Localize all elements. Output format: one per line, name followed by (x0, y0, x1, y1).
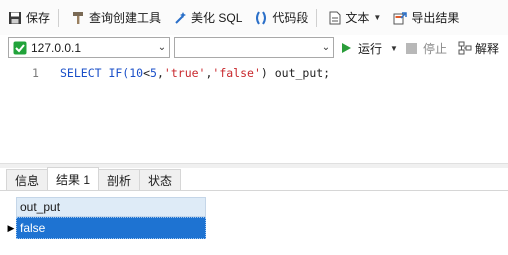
play-icon (340, 42, 352, 54)
stop-icon (406, 42, 417, 54)
table-row[interactable]: ▶ false (6, 217, 206, 239)
hammer-icon (71, 11, 85, 25)
toolbar-divider (316, 8, 318, 27)
query-builder-button[interactable]: 查询创建工具 (67, 6, 165, 30)
code-comma: , (156, 66, 164, 80)
results-grid: out_put ▶ false (6, 197, 206, 239)
database-select[interactable]: ⌄ (174, 37, 334, 58)
export-icon (393, 11, 408, 25)
tab-info[interactable]: 信息 (6, 169, 49, 190)
tab-result-1[interactable]: 结果 1 (47, 167, 100, 190)
beautify-sql-button[interactable]: 美化 SQL (169, 6, 246, 30)
code-snippet-label: 代码段 (272, 11, 309, 25)
tab-label: 状态 (148, 173, 173, 188)
document-icon (329, 11, 341, 25)
code-snippet-button[interactable]: 代码段 (250, 6, 312, 30)
stop-button[interactable]: 停止 (406, 38, 447, 58)
code-string: 'true' (163, 66, 206, 80)
current-row-marker-icon: ▶ (7, 222, 15, 233)
connection-value: 127.0.0.1 (31, 40, 82, 55)
code-operator: < (143, 66, 151, 80)
tab-status[interactable]: 状态 (139, 169, 182, 190)
run-button[interactable]: 运行 ▼ (340, 38, 398, 58)
run-label: 运行 (358, 41, 383, 56)
chevron-down-icon: ⌄ (157, 42, 167, 53)
sql-editor[interactable]: 1 SELECT IF(10<5,'true','false') out_put… (0, 60, 508, 163)
code-keyword: SELECT IF( (60, 66, 130, 80)
line-number: 1 (32, 66, 39, 80)
column-header-label: out_put (20, 200, 61, 214)
result-tabs: 信息 结果 1 剖析 状态 (6, 167, 182, 191)
table-cell[interactable]: false (16, 217, 206, 239)
save-icon (8, 11, 22, 25)
parentheses-icon (254, 10, 268, 25)
chevron-down-icon: ⌄ (321, 42, 331, 53)
code-number: 10 (129, 66, 144, 80)
code-number: 5 (150, 66, 157, 80)
text-label: 文本 (345, 11, 370, 25)
tab-profile[interactable]: 剖析 (98, 169, 141, 190)
tab-label: 结果 1 (56, 172, 91, 187)
code-line: SELECT IF(10<5,'true','false') out_put; (60, 66, 330, 80)
cell-value: false (20, 221, 46, 235)
tab-label: 剖析 (107, 173, 132, 188)
stop-label: 停止 (423, 41, 448, 56)
main-toolbar: 保存 查询创建工具 美化 SQL 代码段 文本 ▼ 导出结果 (0, 0, 508, 35)
column-header[interactable]: out_put (16, 197, 206, 217)
code-string: 'false' (212, 66, 261, 80)
magic-wand-icon (173, 11, 187, 25)
caret-down-icon: ▼ (373, 13, 382, 22)
explain-button[interactable]: 解释 (458, 38, 499, 58)
connection-icon (13, 41, 27, 55)
tab-label: 信息 (15, 173, 40, 188)
query-builder-label: 查询创建工具 (89, 11, 162, 25)
text-menu-button[interactable]: 文本 ▼ (325, 6, 385, 30)
caret-down-icon: ▼ (390, 43, 398, 53)
explain-icon (458, 41, 472, 55)
export-results-label: 导出结果 (411, 11, 460, 25)
explain-label: 解释 (475, 41, 500, 56)
toolbar-divider (58, 8, 60, 27)
code-tail: ) out_put; (260, 66, 331, 80)
save-label: 保存 (26, 11, 51, 25)
beautify-sql-label: 美化 SQL (191, 11, 243, 25)
export-results-button[interactable]: 导出结果 (389, 6, 463, 30)
connection-select[interactable]: 127.0.0.1 ⌄ (8, 37, 170, 58)
save-button[interactable]: 保存 (4, 6, 54, 30)
